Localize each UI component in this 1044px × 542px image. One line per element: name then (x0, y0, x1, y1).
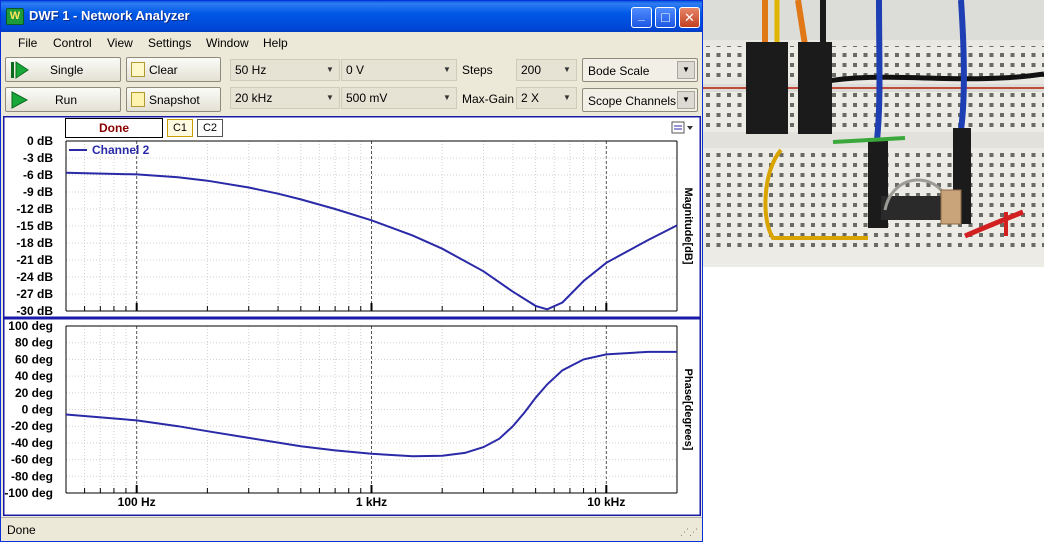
chevron-down-icon: ▼ (563, 65, 571, 74)
plot-background (3, 116, 701, 516)
x-tick-label: 10 kHz (587, 495, 625, 509)
plot-panel: 0 dB -3 dB -6 dB -9 dB -12 dB -15 dB -18 dB -21… (3, 116, 701, 516)
y-axis-title: Phase[degrees] (682, 369, 694, 451)
chevron-down-icon: ▼ (677, 61, 695, 79)
menu-settings[interactable]: Settings (148, 36, 191, 50)
amplitude-value: 500 mV (346, 91, 388, 105)
y-tick-label: -40 deg (11, 436, 53, 450)
clear-button[interactable]: Clear (126, 57, 221, 82)
start-frequency-value: 50 Hz (235, 63, 267, 77)
status-bar: Done ⋰⋰ (1, 517, 702, 541)
y-tick-label: -3 dB (23, 151, 53, 165)
snapshot-button[interactable]: Snapshot (126, 87, 221, 112)
y-tick-label: -80 deg (11, 469, 53, 483)
offset-value: 0 V (346, 63, 365, 77)
y-tick-label: -9 dB (23, 185, 53, 199)
menu-control[interactable]: Control (53, 36, 92, 50)
bode-scale-button[interactable]: Bode Scale ▼ (582, 58, 698, 82)
y-tick-label: -6 dB (23, 168, 53, 182)
y-tick-label: 0 deg (22, 403, 53, 417)
y-tick-label: -12 dB (16, 202, 53, 216)
clear-icon (131, 62, 145, 77)
stop-frequency-value: 20 kHz (235, 91, 273, 105)
offset-select[interactable]: 0 V ▼ (341, 59, 457, 81)
stop-frequency-select[interactable]: 20 kHz ▼ (230, 87, 340, 109)
single-step-icon (11, 61, 29, 79)
menu-file[interactable]: File (18, 36, 37, 50)
menu-window[interactable]: Window (206, 36, 249, 50)
chevron-down-icon: ▼ (443, 65, 451, 74)
x-tick-label: 100 Hz (118, 495, 156, 509)
max-gain-value: 2 X (521, 91, 540, 105)
tab-channel-2[interactable]: C2 (197, 119, 223, 137)
y-axis-title: Magnitude[dB] (682, 188, 694, 265)
scope-channels-button[interactable]: Scope Channels ▼ (582, 88, 698, 112)
y-tick-label: -24 dB (16, 270, 53, 284)
app-logo-icon: W (6, 8, 24, 25)
chevron-down-icon: ▼ (677, 91, 695, 109)
y-tick-label: -100 deg (4, 486, 53, 500)
y-tick-label: -30 dB (16, 304, 53, 318)
run-button-label: Run (55, 93, 78, 107)
single-button[interactable]: Single (5, 57, 121, 82)
chevron-down-icon: ▼ (326, 65, 334, 74)
y-tick-label: 20 deg (15, 386, 53, 400)
menu-view[interactable]: View (107, 36, 133, 50)
scope-channels-label: Scope Channels (588, 94, 677, 108)
run-button[interactable]: Run (5, 87, 121, 112)
snapshot-icon (131, 92, 145, 107)
y-tick-label: -18 dB (16, 236, 53, 250)
breadboard-photo (703, 0, 1044, 267)
steps-label: Steps (462, 63, 493, 77)
amplitude-select[interactable]: 500 mV ▼ (341, 87, 457, 109)
maximize-button[interactable]: □ (655, 7, 676, 28)
y-tick-label: 60 deg (15, 352, 53, 366)
bode-plot[interactable]: 0 dB -3 dB -6 dB -9 dB -12 dB -15 dB -18 dB -21… (3, 116, 701, 516)
bode-scale-label: Bode Scale (588, 64, 650, 78)
y-tick-label: -21 dB (16, 253, 53, 267)
chevron-down-icon: ▼ (326, 93, 334, 102)
y-tick-label: -15 dB (16, 219, 53, 233)
play-icon (11, 91, 29, 109)
network-analyzer-window: W DWF 1 - Network Analyzer _ □ ✕ File Co… (0, 0, 703, 542)
chevron-down-icon: ▼ (443, 93, 451, 102)
breadboard-image (703, 0, 1044, 267)
y-tick-label: -27 dB (16, 287, 53, 301)
max-gain-label: Max-Gain (462, 92, 515, 106)
single-button-label: Single (50, 63, 84, 77)
steps-select[interactable]: 200 ▼ (516, 59, 577, 81)
menu-help[interactable]: Help (263, 36, 288, 50)
snapshot-button-label: Snapshot (149, 93, 200, 107)
title-bar[interactable]: W DWF 1 - Network Analyzer _ □ ✕ (1, 1, 702, 32)
close-button[interactable]: ✕ (679, 7, 700, 28)
tab-channel-1[interactable]: C1 (167, 119, 193, 137)
max-gain-select[interactable]: 2 X ▼ (516, 87, 577, 109)
plot-settings-icon[interactable] (671, 120, 695, 136)
acquisition-status: Done (65, 118, 163, 138)
minimize-button[interactable]: _ (631, 7, 652, 28)
y-tick-label: 80 deg (15, 336, 53, 350)
chevron-down-icon: ▼ (563, 93, 571, 102)
legend-label-channel-2: Channel 2 (92, 143, 150, 157)
start-frequency-select[interactable]: 50 Hz ▼ (230, 59, 340, 81)
x-tick-label: 1 kHz (356, 495, 387, 509)
clear-button-label: Clear (149, 63, 178, 77)
resize-grip-icon[interactable]: ⋰⋰ (680, 527, 698, 538)
y-tick-label: 100 deg (8, 319, 53, 333)
menu-bar: File Control View Settings Window Help (1, 32, 702, 54)
status-text: Done (7, 523, 36, 537)
y-tick-label: -60 deg (11, 453, 53, 467)
y-tick-label: 40 deg (15, 369, 53, 383)
plot-options-icon (671, 121, 693, 134)
steps-value: 200 (521, 63, 542, 77)
y-tick-label: -20 deg (11, 419, 53, 433)
window-title: DWF 1 - Network Analyzer (29, 8, 190, 23)
y-tick-label: 0 dB (27, 134, 53, 148)
